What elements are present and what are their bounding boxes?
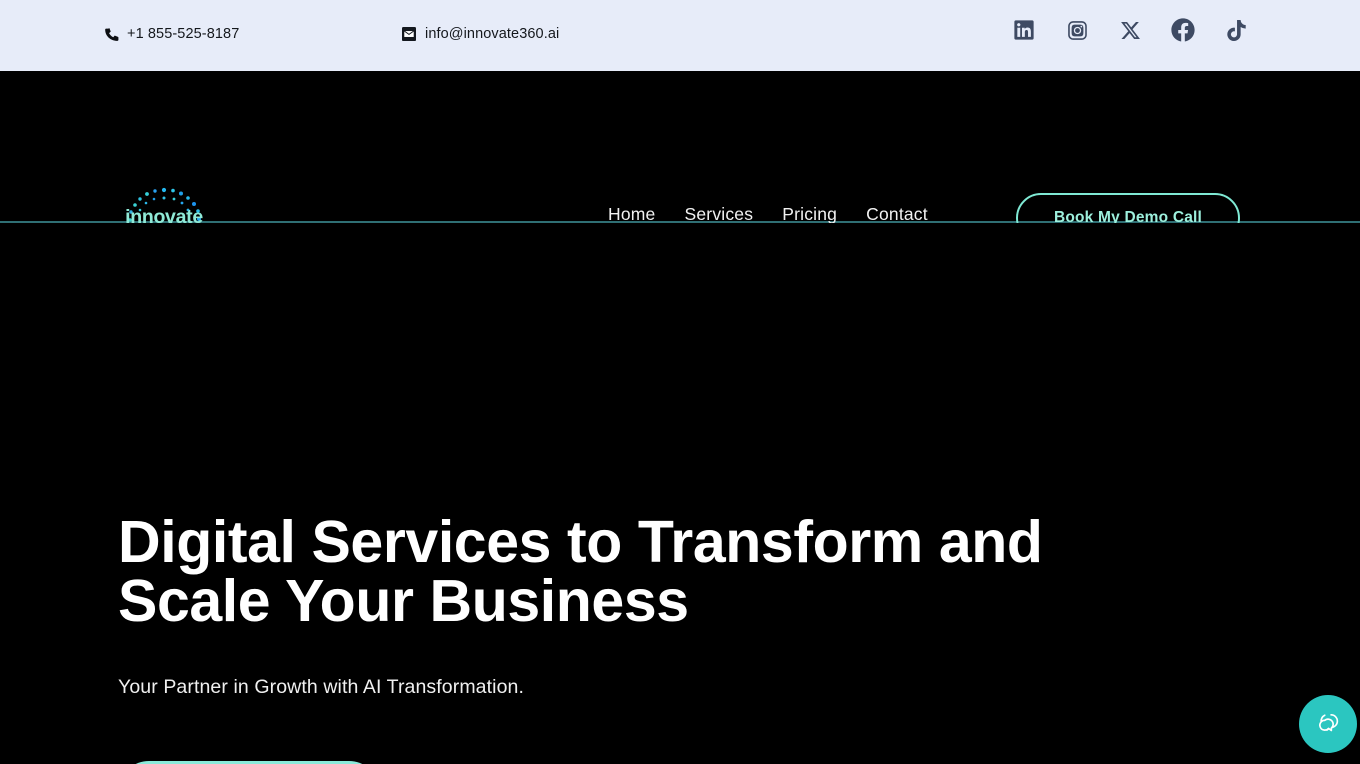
- phone-contact[interactable]: +1 855-525-8187: [104, 26, 239, 42]
- top-utility-bar: +1 855-525-8187 info@innovate360.ai: [0, 0, 1360, 71]
- site-header: innovate Home Services Pricing Contact B…: [0, 71, 1360, 248]
- hero-subheading: Your Partner in Growth with AI Transform…: [118, 676, 524, 698]
- email-contact[interactable]: info@innovate360.ai: [402, 26, 559, 42]
- phone-icon: [104, 27, 119, 42]
- nav-item-home[interactable]: Home: [608, 204, 655, 225]
- social-links: [1010, 16, 1250, 44]
- hero-section: Digital Services to Transform and Scale …: [0, 223, 1360, 764]
- x-twitter-icon[interactable]: [1116, 16, 1144, 44]
- tiktok-icon[interactable]: [1222, 16, 1250, 44]
- linkedin-icon[interactable]: [1010, 16, 1038, 44]
- envelope-icon: [402, 27, 416, 41]
- nav-item-services[interactable]: Services: [684, 204, 753, 225]
- chat-bubble-icon: [1319, 713, 1339, 732]
- nav-item-pricing[interactable]: Pricing: [782, 204, 837, 225]
- chat-widget-button[interactable]: [1299, 695, 1357, 753]
- main-navigation: Home Services Pricing Contact: [608, 204, 928, 225]
- facebook-icon[interactable]: [1169, 16, 1197, 44]
- email-address: info@innovate360.ai: [425, 26, 560, 42]
- instagram-icon[interactable]: [1063, 16, 1091, 44]
- nav-item-contact[interactable]: Contact: [866, 204, 928, 225]
- phone-number: +1 855-525-8187: [127, 26, 240, 42]
- hero-heading: Digital Services to Transform and Scale …: [118, 509, 1043, 634]
